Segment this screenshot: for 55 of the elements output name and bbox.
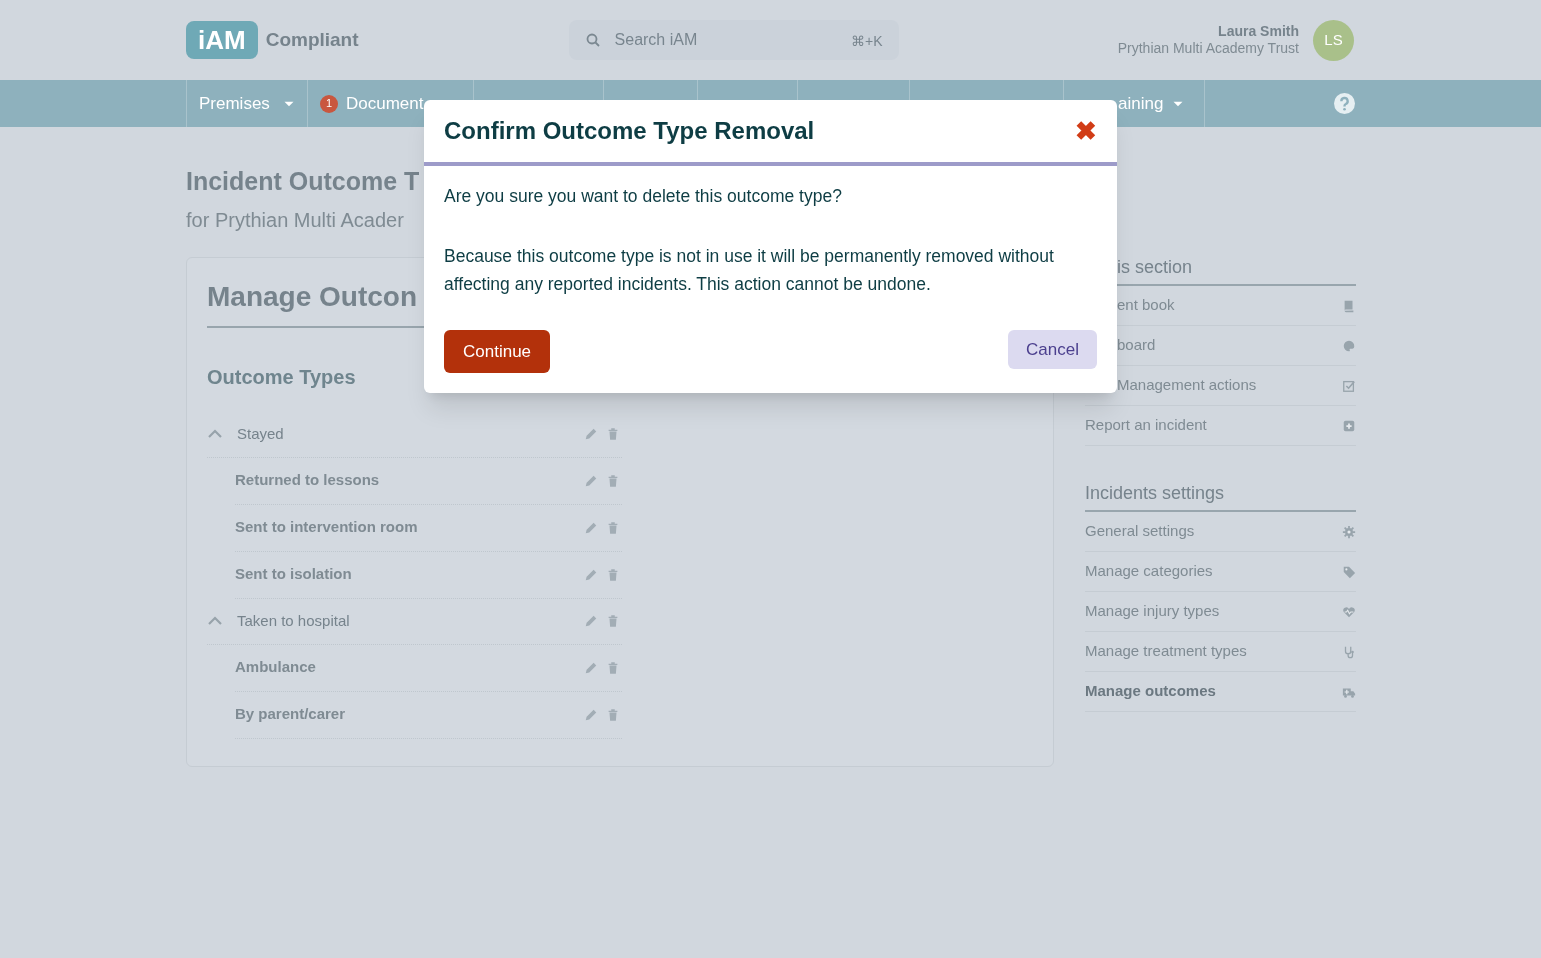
sidebar-link[interactable]: Manage outcomes: [1085, 672, 1356, 712]
outcome-type-label: Stayed: [237, 423, 284, 444]
heart-icon: [1342, 604, 1356, 619]
palette-icon: [1342, 338, 1356, 353]
trash-icon: [606, 707, 620, 722]
book-icon: [1342, 298, 1356, 313]
pencil-icon: [584, 707, 598, 722]
trash-icon: [606, 473, 620, 488]
sidebar-heading: Incidents settings: [1085, 483, 1225, 503]
sidebar-link[interactable]: General settings: [1085, 512, 1356, 552]
user-name: Laura Smith: [1217, 22, 1299, 40]
sidebar-link[interactable]: Manage treatment types: [1085, 632, 1356, 672]
outcome-type-label: By parent/carer: [235, 704, 346, 725]
page-subtitle: for Prythian Multi Acader: [186, 207, 404, 233]
product-name: Compliant: [265, 27, 359, 52]
sidebar-link[interactable]: Manage categories: [1085, 552, 1356, 592]
tag-icon: [1342, 564, 1356, 579]
page-title: Incident Outcome T: [186, 166, 420, 197]
search-icon: [584, 32, 601, 48]
pencil-icon: [584, 567, 598, 582]
dialog-message: Because this outcome type is not in use it will be permanently removed without affecting any reported incidents. This action cannot be undone.: [444, 245, 1055, 296]
trash-icon: [606, 614, 620, 628]
sidebar-link[interactable]: Report an incident: [1085, 406, 1356, 446]
outcome-type-label: Sent to isolation: [235, 564, 352, 585]
sidebar-heading: is section: [1117, 257, 1193, 277]
outcome-type-label: Sent to intervention room: [235, 517, 418, 538]
count-badge: 1: [320, 94, 338, 113]
trash-icon: [606, 567, 620, 582]
pencil-icon: [584, 520, 598, 535]
cancel-button[interactable]: Cancel: [1008, 330, 1097, 369]
trash-icon: [606, 660, 620, 675]
continue-button[interactable]: Continue: [444, 330, 551, 373]
section-heading: Outcome Types: [207, 364, 356, 390]
trash-icon: [606, 520, 620, 535]
sidebar-link[interactable]: Manage injury types: [1085, 592, 1356, 632]
stethoscope-icon: [1342, 644, 1356, 659]
card-title: Manage Outcon: [207, 280, 417, 312]
logo[interactable]: iAM: [186, 21, 258, 59]
outcome-type-label: Returned to lessons: [235, 470, 380, 491]
pencil-icon: [584, 473, 598, 488]
nav-item[interactable]: Premises: [186, 80, 307, 127]
outcome-type-label: Ambulance: [235, 657, 316, 678]
trash-icon: [606, 427, 620, 441]
pencil-icon: [584, 427, 598, 441]
shortcut-hint: ⌘+K: [851, 32, 883, 51]
pencil-icon: [584, 614, 598, 628]
user-avatar[interactable]: LS: [1313, 19, 1354, 61]
settings-icon: [1342, 524, 1356, 539]
dialog-question: Are you sure you want to delete this outcome type?: [444, 185, 843, 208]
outcome-type-label: Taken to hospital: [237, 610, 350, 631]
plus-icon: [1342, 418, 1356, 433]
help-icon: [1334, 93, 1355, 114]
checkbox-icon: [1342, 378, 1356, 393]
organisation-name: Prythian Multi Academy Trust: [1117, 40, 1299, 58]
pencil-icon: [584, 660, 598, 675]
